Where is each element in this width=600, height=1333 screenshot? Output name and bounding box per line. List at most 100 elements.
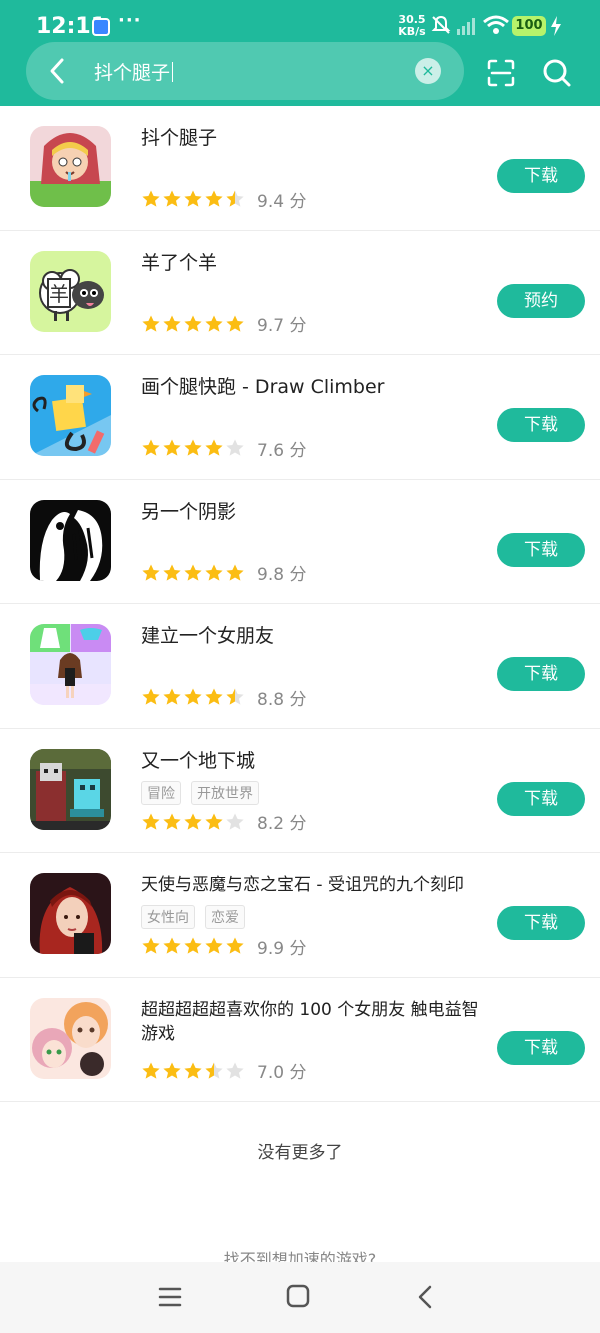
app-list-item[interactable]: 抖个腿子 9.4 分 下载	[0, 106, 600, 231]
rating-stars	[141, 687, 246, 707]
app-list-item[interactable]: 天使与恶魔与恋之宝石 - 受诅咒的九个刻印 女性向 恋爱 9.9 分 下载	[0, 853, 600, 978]
star-half-icon	[226, 688, 244, 705]
rating-stars	[141, 438, 246, 458]
star-full-icon	[226, 315, 244, 332]
app-score: 9.4 分	[257, 191, 307, 212]
scan-icon[interactable]	[486, 58, 516, 88]
app-tag: 开放世界	[191, 780, 259, 805]
app-title: 超超超超超喜欢你的 100 个女朋友 触电益智游戏	[141, 999, 479, 1044]
app-score: 8.2 分	[257, 814, 307, 834]
download-button[interactable]: 下载	[497, 657, 585, 691]
app-list-item[interactable]: 超超超超超喜欢你的 100 个女朋友 触电益智游戏 7.0 分 下载	[0, 978, 600, 1102]
star-full-icon	[142, 937, 160, 954]
search-bar[interactable]: 抖个腿子 ×	[26, 42, 464, 100]
app-list-item[interactable]: 建立一个女朋友 8.8 分 下载	[0, 604, 600, 729]
app-icon-ling-yi-ge-yin-ying	[30, 499, 111, 581]
star-full-icon	[142, 688, 160, 705]
download-button[interactable]: 下载	[497, 906, 585, 940]
star-full-icon	[205, 688, 223, 705]
search-input[interactable]: 抖个腿子	[94, 58, 174, 85]
back-icon[interactable]	[416, 1284, 434, 1310]
home-icon[interactable]	[286, 1284, 310, 1308]
star-full-icon	[163, 688, 181, 705]
network-speed: 30.5 KB/s	[396, 14, 428, 38]
app-title: 画个腿快跑 - Draw Climber	[141, 376, 385, 398]
app-rating: 7.6 分	[141, 437, 307, 461]
app-rating: 8.2 分	[141, 811, 307, 834]
star-full-icon	[163, 937, 181, 954]
star-empty-icon	[226, 813, 244, 830]
app-icon-100-girlfriends	[30, 997, 111, 1079]
rating-stars	[141, 563, 246, 583]
star-empty-icon	[226, 1062, 244, 1079]
back-arrow-icon[interactable]	[44, 56, 70, 86]
network-speed-unit: KB/s	[398, 25, 426, 38]
star-full-icon	[163, 813, 181, 830]
download-button[interactable]: 下载	[497, 408, 585, 442]
rating-stars	[141, 936, 246, 956]
app-icon-you-yi-ge-di-xia-cheng	[30, 748, 111, 830]
menu-icon[interactable]	[158, 1286, 182, 1308]
star-full-icon	[184, 564, 202, 581]
app-score: 7.0 分	[257, 1063, 307, 1083]
signal-icon	[457, 18, 475, 35]
text-cursor	[172, 62, 174, 82]
star-half-icon	[226, 190, 244, 207]
star-full-icon	[205, 439, 223, 456]
star-full-icon	[142, 439, 160, 456]
star-full-icon	[184, 315, 202, 332]
star-full-icon	[163, 564, 181, 581]
download-button[interactable]: 下载	[497, 159, 585, 193]
star-full-icon	[142, 564, 160, 581]
top-bar: 12:11 ··· 30.5 KB/s 100 抖个腿子 ×	[0, 0, 600, 106]
app-tag: 女性向	[141, 905, 195, 929]
app-title: 另一个阴影	[141, 500, 237, 523]
clear-search-button[interactable]: ×	[415, 58, 441, 84]
star-full-icon	[184, 937, 202, 954]
app-list-item[interactable]: 又一个地下城 冒险 开放世界 8.2 分 下载	[0, 729, 600, 853]
app-score: 7.6 分	[257, 440, 307, 461]
star-full-icon	[142, 1062, 160, 1079]
app-icon-build-a-girlfriend	[30, 624, 111, 705]
search-icon[interactable]	[542, 58, 572, 88]
star-full-icon	[184, 688, 202, 705]
app-icon-dou-ge-tui-zi	[30, 126, 111, 207]
rating-stars	[141, 314, 246, 334]
app-tag: 冒险	[141, 780, 181, 805]
rating-stars	[141, 1061, 246, 1081]
download-button[interactable]: 下载	[497, 781, 585, 816]
charging-icon	[551, 16, 561, 36]
star-full-icon	[163, 315, 181, 332]
star-full-icon	[226, 937, 244, 954]
reserve-button[interactable]: 预约	[497, 283, 585, 318]
app-score: 9.7 分	[257, 316, 307, 336]
download-button[interactable]: 下载	[497, 532, 585, 567]
app-score: 9.9 分	[257, 938, 307, 959]
app-list-item[interactable]: 羊 羊了个羊 9.7 分 预约	[0, 231, 600, 355]
star-full-icon	[205, 813, 223, 830]
bell-muted-icon	[431, 15, 451, 34]
app-tags: 冒险 开放世界	[141, 780, 259, 805]
app-rating: 9.7 分	[141, 313, 307, 336]
star-full-icon	[184, 1062, 202, 1079]
app-rating: 9.8 分	[141, 562, 307, 585]
svg-text:羊: 羊	[49, 282, 69, 306]
no-more-results: 没有更多了	[257, 1143, 343, 1163]
app-score: 8.8 分	[257, 689, 307, 710]
app-rating: 8.8 分	[141, 686, 307, 710]
app-score: 9.8 分	[257, 565, 307, 585]
star-full-icon	[142, 813, 160, 830]
star-full-icon	[163, 1062, 181, 1079]
calendar-icon	[92, 18, 110, 36]
wifi-icon	[483, 15, 509, 34]
download-button[interactable]: 下载	[497, 1030, 585, 1065]
app-icon-draw-climber	[30, 375, 111, 456]
app-list-item[interactable]: 画个腿快跑 - Draw Climber 7.6 分 下载	[0, 355, 600, 480]
app-list-item[interactable]: 另一个阴影 9.8 分 下载	[0, 480, 600, 604]
app-title: 羊了个羊	[141, 251, 218, 274]
battery-level: 100	[512, 16, 546, 36]
app-icon-yang-le-ge-yang: 羊	[30, 250, 111, 332]
system-nav-bar	[0, 1262, 600, 1333]
star-full-icon	[184, 813, 202, 830]
app-rating: 9.9 分	[141, 935, 307, 959]
